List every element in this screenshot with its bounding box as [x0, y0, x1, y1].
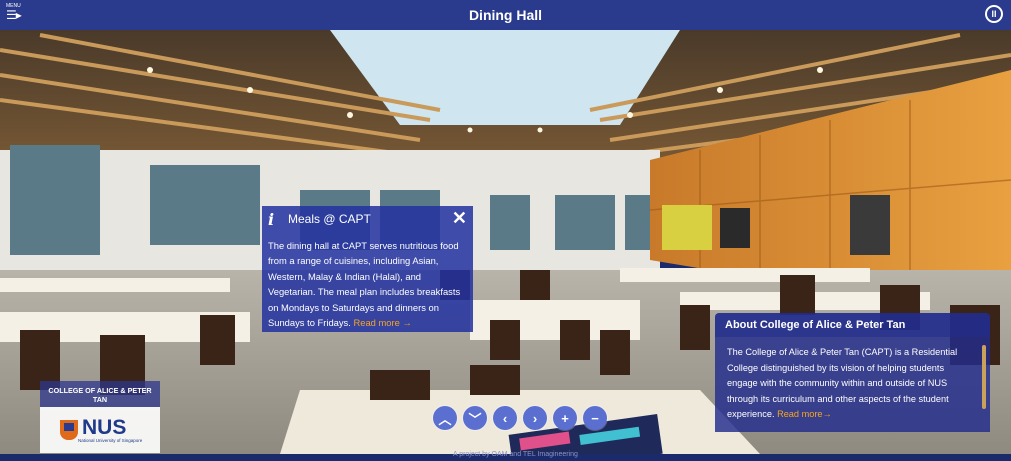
popup-title: Meals @ CAPT: [288, 212, 371, 226]
about-scrollbar[interactable]: [982, 345, 986, 409]
popup-read-more-link[interactable]: Read more →: [353, 317, 411, 328]
college-logo: COLLEGE OF ALICE & PETER TAN NUS Nationa…: [40, 381, 160, 454]
nus-crest-icon: [60, 420, 78, 440]
menu-button[interactable]: MENU ☰▸: [6, 4, 30, 26]
about-panel: About College of Alice & Peter Tan The C…: [715, 313, 990, 432]
nus-logo: NUS National University of Singapore: [40, 407, 160, 453]
navigation-controls: ︿ ﹀ ‹ › + −: [433, 406, 607, 430]
about-text: The College of Alice & Peter Tan (CAPT) …: [727, 347, 958, 419]
nus-subtitle: National University of Singapore: [78, 437, 143, 443]
chevron-right-icon: ›: [532, 410, 538, 426]
close-icon[interactable]: ✕: [452, 208, 467, 229]
about-read-more-link[interactable]: Read more→: [777, 409, 832, 419]
about-body: The College of Alice & Peter Tan (CAPT) …: [715, 337, 990, 432]
up-button[interactable]: ︿: [433, 406, 457, 430]
popup-header: i Meals @ CAPT: [262, 206, 473, 232]
top-bar: MENU ☰▸ Dining Hall II: [0, 0, 1011, 30]
left-button[interactable]: ‹: [493, 406, 517, 430]
right-button[interactable]: ›: [523, 406, 547, 430]
popup-body: The dining hall at CAPT serves nutritiou…: [262, 232, 473, 330]
nus-wordmark: NUS: [82, 415, 127, 439]
info-popup: i Meals @ CAPT ✕ The dining hall at CAPT…: [262, 206, 473, 332]
minus-icon: −: [591, 410, 599, 426]
plus-icon: +: [561, 410, 569, 426]
zoom-out-button[interactable]: −: [583, 406, 607, 430]
down-button[interactable]: ﹀: [463, 406, 487, 430]
chevron-left-icon: ‹: [502, 410, 508, 426]
college-name: COLLEGE OF ALICE & PETER TAN: [40, 381, 160, 407]
page-title: Dining Hall: [468, 7, 543, 23]
hamburger-arrow-icon: ☰▸: [6, 8, 22, 22]
zoom-in-button[interactable]: +: [553, 406, 577, 430]
chevron-down-icon: ﹀: [468, 411, 482, 427]
info-icon: i: [268, 209, 275, 229]
chevron-up-icon: ︿: [438, 411, 452, 427]
popup-text: The dining hall at CAPT serves nutritiou…: [268, 240, 461, 329]
footer-credit: A project by OAM and TEL Imagineering: [453, 451, 578, 458]
pause-icon[interactable]: II: [985, 5, 1003, 23]
about-title: About College of Alice & Peter Tan: [715, 313, 990, 337]
footer-bar: A project by OAM and TEL Imagineering: [0, 451, 1011, 461]
